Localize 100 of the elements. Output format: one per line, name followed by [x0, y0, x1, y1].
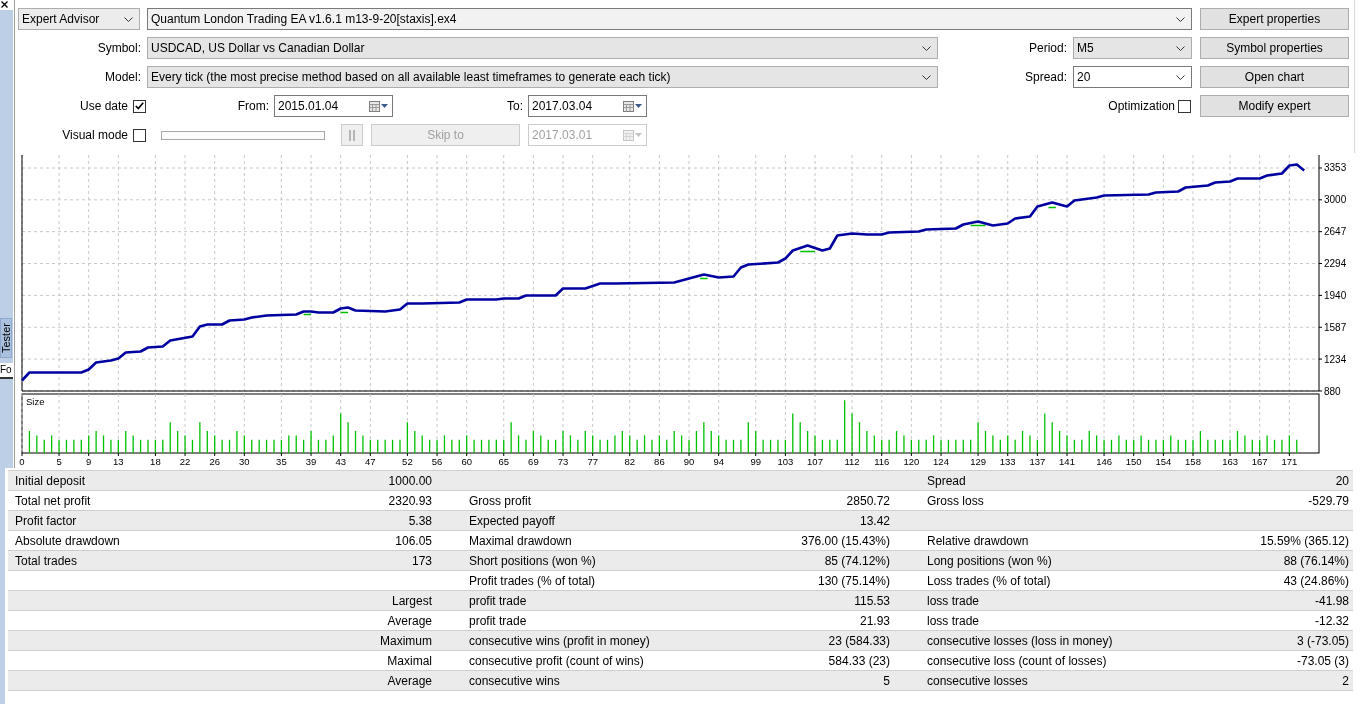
- table-cell: -529.79: [1308, 493, 1349, 508]
- axis-label: 65: [498, 456, 510, 465]
- axis-label: 158: [1185, 456, 1201, 465]
- chevron-down-icon: [1176, 16, 1185, 22]
- table-cell: consecutive losses (loss in money): [927, 633, 1113, 648]
- checkbox[interactable]: [133, 99, 146, 113]
- table-cell: 3 (-73.05): [1296, 633, 1349, 648]
- axis-label: 82: [624, 456, 636, 465]
- table-cell: consecutive wins: [469, 673, 560, 688]
- chevron-down-icon: [1176, 74, 1185, 80]
- table-cell: 13.42: [859, 513, 890, 528]
- axis-label: 1940: [1324, 289, 1347, 301]
- axis-label: 60: [461, 456, 472, 465]
- checkbox-label: Use date: [79, 99, 128, 113]
- table-cell: Gross loss: [927, 493, 984, 508]
- axis-label: 39: [305, 456, 317, 465]
- axis-label: 73: [557, 456, 569, 465]
- table-cell: Loss trades (% of total): [927, 573, 1051, 588]
- model-dropdown[interactable]: Every tick (the most precise method based on all available least timeframes to generate each tick): [147, 66, 938, 88]
- axis-label: 116: [874, 456, 890, 465]
- table-cell: 376.00 (15.43%): [801, 533, 890, 548]
- axis-label: 112: [844, 456, 860, 465]
- table-cell: loss trade: [927, 593, 980, 608]
- field-label: Symbol:: [97, 41, 141, 55]
- open-chart-button[interactable]: Open chart: [1200, 66, 1349, 88]
- tab[interactable]: Fo: [0, 363, 13, 379]
- axis-label: 129: [970, 456, 986, 465]
- axis-label: 2647: [1324, 226, 1347, 238]
- axis-label: 163: [1222, 456, 1238, 465]
- modify-expert-button[interactable]: Modify expert: [1200, 95, 1349, 117]
- table-cell: 20: [1335, 473, 1349, 488]
- table-cell: Maximal: [387, 653, 432, 668]
- table-cell: Spread: [927, 473, 966, 488]
- table-cell: 21.93: [859, 613, 890, 628]
- axis-label: 0: [19, 456, 25, 465]
- axis-label: 141: [1059, 456, 1075, 465]
- axis-label: 94: [713, 456, 724, 465]
- table-cell: 23 (584.33): [828, 633, 890, 648]
- table-cell: consecutive wins (profit in money): [469, 633, 650, 648]
- checkbox-label: Visual mode: [62, 128, 128, 142]
- axis-label: 99: [750, 456, 761, 465]
- table-cell: profit trade: [469, 593, 527, 608]
- axis-label: 137: [1029, 456, 1046, 465]
- table-cell: Average: [387, 673, 432, 688]
- table-cell: Profit trades (% of total): [469, 573, 596, 588]
- table-cell: 173: [411, 553, 432, 568]
- axis-label: 13: [113, 456, 124, 465]
- table-cell: Absolute drawdown: [15, 533, 120, 548]
- axis-label: 56: [431, 456, 443, 465]
- axis-label: 1587: [1324, 321, 1347, 333]
- table-cell: Total trades: [15, 553, 78, 568]
- caret-down-icon: [635, 104, 642, 108]
- table-cell: loss trade: [927, 613, 980, 628]
- table-cell: -73.05 (3): [1296, 653, 1349, 668]
- axis-label: 30: [239, 456, 250, 465]
- calendar-icon: [623, 129, 634, 141]
- program-type-dropdown[interactable]: Expert Advisor: [18, 8, 140, 30]
- chevron-down-icon: [922, 45, 931, 51]
- table-cell: -41.98: [1314, 593, 1349, 608]
- date-field[interactable]: 2015.01.04: [274, 95, 393, 117]
- date-field[interactable]: 2017.03.04: [528, 95, 647, 117]
- period-dropdown[interactable]: M5: [1073, 37, 1192, 59]
- field-label: Model:: [104, 70, 141, 84]
- axis-label: 3353: [1324, 162, 1347, 174]
- symbol-properties-button[interactable]: Symbol properties: [1200, 37, 1349, 59]
- calendar-icon: [369, 100, 380, 112]
- symbol-dropdown[interactable]: USDCAD, US Dollar vs Canadian Dollar: [147, 37, 938, 59]
- table-cell: Largest: [391, 593, 432, 608]
- table-cell: consecutive loss (count of losses): [927, 653, 1107, 668]
- table-cell: 584.33 (23): [828, 653, 890, 668]
- chevron-down-icon: [124, 16, 133, 22]
- close-icon[interactable]: [1, 1, 8, 8]
- field-label: From:: [237, 99, 269, 113]
- axis-label: 5: [56, 456, 62, 465]
- field-label: Period:: [1028, 41, 1067, 55]
- checkbox[interactable]: [1178, 99, 1191, 113]
- table-cell: 130 (75.14%): [817, 573, 890, 588]
- table-cell: 43 (24.86%): [1283, 573, 1349, 588]
- axis-label: 3000: [1324, 194, 1347, 206]
- table-cell: 88 (76.14%): [1283, 553, 1349, 568]
- table-cell: Gross profit: [469, 493, 531, 508]
- axis-label: 146: [1096, 456, 1112, 465]
- spread-dropdown[interactable]: 20: [1073, 66, 1192, 88]
- chevron-down-icon: [1176, 45, 1185, 51]
- table-cell: 2: [1342, 673, 1349, 688]
- axis-label: 1234: [1324, 353, 1347, 365]
- table-cell: 5: [883, 673, 890, 688]
- axis-label: 86: [654, 456, 665, 465]
- table-cell: Short positions (won %): [469, 553, 596, 568]
- slider-track[interactable]: [161, 130, 325, 140]
- axis-label: 171: [1281, 456, 1298, 465]
- checkbox-label: Optimization: [1108, 99, 1175, 113]
- caret-down-icon: [381, 104, 388, 108]
- axis-label: 107: [807, 456, 823, 465]
- table-cell: 5.38: [408, 513, 432, 528]
- axis-label: 43: [335, 456, 346, 465]
- axis-label: 18: [150, 456, 161, 465]
- expert-dropdown[interactable]: Quantum London Trading EA v1.6.1 m13-9-20[staxis].ex4: [147, 8, 1192, 30]
- expert-properties-button[interactable]: Expert properties: [1200, 8, 1349, 30]
- checkbox[interactable]: [133, 128, 146, 142]
